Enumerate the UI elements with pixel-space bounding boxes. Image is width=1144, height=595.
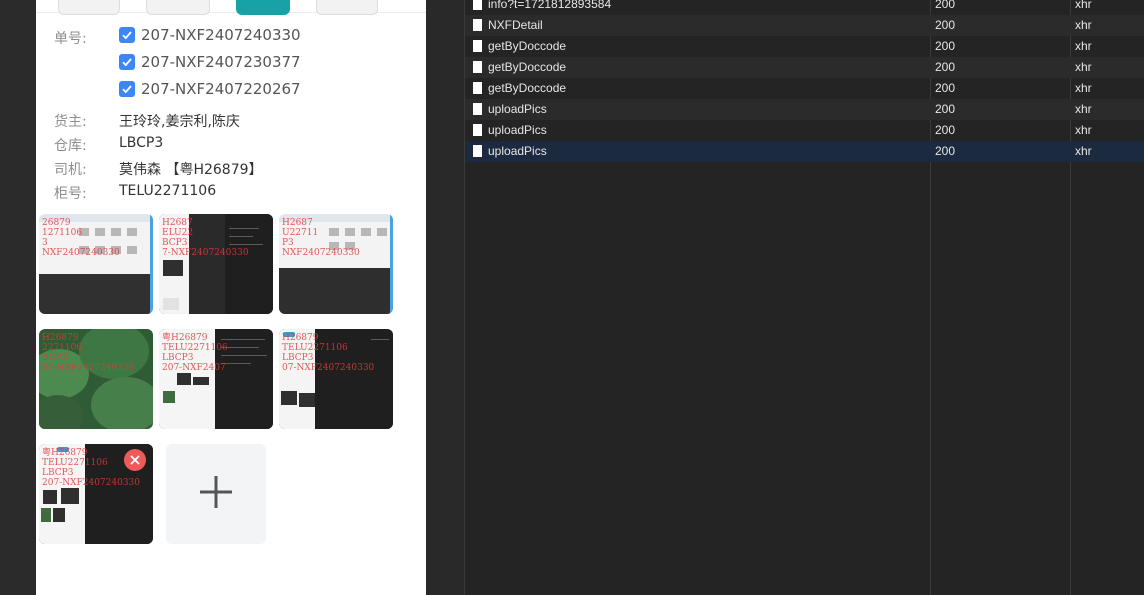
photo-thumbnail[interactable]: H2687 U22711 P3 NXF2407240330 [279, 214, 393, 314]
network-row[interactable]: info?t=1721812893584 200 xhr [465, 0, 1144, 15]
request-type: xhr [1075, 18, 1092, 32]
top-button-1[interactable] [58, 0, 120, 15]
network-row[interactable]: NXFDetail 200 xhr [465, 15, 1144, 36]
request-status: 200 [935, 60, 956, 74]
photo-watermark: H26879 2271106 BCP3 07-NXF2407240330 [42, 333, 135, 373]
document-icon [473, 0, 482, 10]
photo-watermark: H2687 ELU22 BCP3 7-NXF2407240330 [162, 218, 249, 258]
request-name: uploadPics [488, 102, 547, 116]
top-button-4[interactable] [316, 0, 378, 15]
request-status: 200 [935, 0, 956, 11]
check-icon[interactable] [119, 54, 135, 70]
network-row[interactable]: uploadPics 200 xhr [465, 120, 1144, 141]
owner-value: 王玲玲,姜宗利,陈庆 [119, 114, 240, 130]
warehouse-label: 仓库: [54, 138, 87, 154]
order-checkbox-row[interactable]: 207-NXF2407230377 [119, 51, 301, 73]
document-icon [473, 145, 482, 157]
network-row[interactable]: uploadPics 200 xhr [465, 99, 1144, 120]
order-checkbox-row[interactable]: 207-NXF2407220267 [119, 78, 301, 100]
photo-thumbnail[interactable]: H26879 TELU2271106 LBCP3 07-NXF240724033… [279, 329, 393, 429]
network-row[interactable]: getByDoccode 200 xhr [465, 36, 1144, 57]
order-label: 单号: [54, 31, 87, 47]
top-button-2[interactable] [146, 0, 210, 15]
driver-value: 莫伟森 【粤H26879】 [119, 162, 263, 178]
container-label: 柜号: [54, 186, 87, 202]
request-type: xhr [1075, 123, 1092, 137]
check-icon[interactable] [119, 81, 135, 97]
photo-thumbnail[interactable]: 粤H26879 TELU2271106 LBCP3 207-NXF2407 [159, 329, 273, 429]
document-icon [473, 40, 482, 52]
remove-photo-button[interactable] [124, 449, 146, 471]
container-value: TELU2271106 [119, 183, 217, 199]
request-type: xhr [1075, 60, 1092, 74]
request-type: xhr [1075, 81, 1092, 95]
add-photo-button[interactable] [166, 444, 266, 544]
network-row[interactable]: getByDoccode 200 xhr [465, 57, 1144, 78]
photo-thumbnail[interactable]: H2687 ELU22 BCP3 7-NXF2407240330 [159, 214, 273, 314]
request-name: info?t=1721812893584 [488, 0, 612, 11]
request-name: uploadPics [488, 123, 547, 137]
document-icon [473, 19, 482, 31]
top-button-primary[interactable] [236, 0, 290, 15]
document-icon [473, 103, 482, 115]
network-row[interactable]: getByDoccode 200 xhr [465, 78, 1144, 99]
order-checkbox-row[interactable]: 207-NXF2407240330 [119, 24, 301, 46]
photo-thumbnail[interactable]: H26879 2271106 BCP3 07-NXF2407240330 [39, 329, 153, 429]
document-icon [473, 124, 482, 136]
request-status: 200 [935, 81, 956, 95]
order-number: 207-NXF2407240330 [141, 26, 301, 44]
document-icon [473, 61, 482, 73]
photo-watermark: 粤H26879 TELU2271106 LBCP3 207-NXF2407 [162, 333, 228, 373]
request-status: 200 [935, 39, 956, 53]
document-icon [473, 82, 482, 94]
network-request-table: info?t=1721812893584 200 xhr NXFDetail 2… [464, 0, 1144, 595]
request-name: getByDoccode [488, 39, 567, 53]
order-number: 207-NXF2407230377 [141, 53, 301, 71]
top-action-bar [36, 0, 426, 15]
check-icon[interactable] [119, 27, 135, 43]
request-status: 200 [935, 123, 956, 137]
request-name: NXFDetail [488, 18, 543, 32]
request-name: getByDoccode [488, 60, 567, 74]
order-number: 207-NXF2407220267 [141, 80, 301, 98]
left-gutter [0, 0, 36, 595]
request-type: xhr [1075, 144, 1092, 158]
request-name: uploadPics [488, 144, 547, 158]
request-name: getByDoccode [488, 81, 567, 95]
photo-watermark: H26879 TELU2271106 LBCP3 07-NXF240724033… [282, 333, 375, 373]
network-row-selected[interactable]: uploadPics 200 xhr [465, 141, 1144, 162]
panel-gap [426, 0, 464, 595]
request-type: xhr [1075, 0, 1092, 11]
close-circle-icon [129, 451, 141, 470]
request-status: 200 [935, 102, 956, 116]
request-status: 200 [935, 18, 956, 32]
photo-watermark: 26879 1271106 3 NXF2407240330 [42, 218, 120, 258]
request-type: xhr [1075, 39, 1092, 53]
mobile-preview: 单号: 207-NXF2407240330 207-NXF2407230377 … [36, 0, 426, 595]
photo-thumbnail[interactable]: 粤H26879 TELU2271106 LBCP3 207-NXF2407240… [39, 444, 153, 544]
owner-label: 货主: [54, 114, 87, 130]
driver-label: 司机: [54, 162, 87, 178]
photo-watermark: H2687 U22711 P3 NXF2407240330 [282, 218, 360, 258]
warehouse-value: LBCP3 [119, 135, 164, 151]
photo-thumbnail[interactable]: 26879 1271106 3 NXF2407240330 [39, 214, 153, 314]
plus-icon [198, 474, 234, 514]
request-type: xhr [1075, 102, 1092, 116]
request-status: 200 [935, 144, 956, 158]
